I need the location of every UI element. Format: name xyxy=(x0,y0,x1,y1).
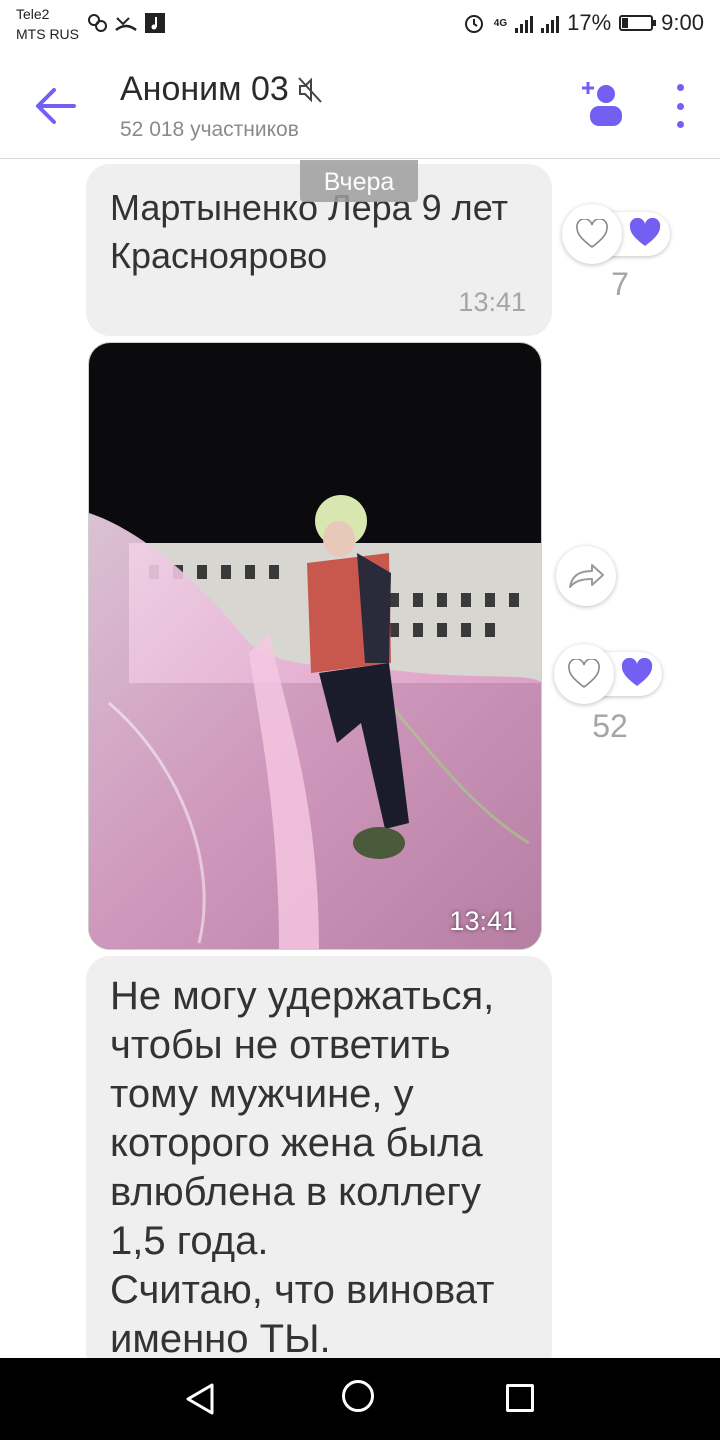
notification-icon xyxy=(88,14,107,32)
music-icon xyxy=(145,13,165,33)
muted-icon xyxy=(298,76,322,103)
like-button[interactable] xyxy=(562,204,622,264)
date-separator: Вчера xyxy=(300,160,418,202)
chat-title-row[interactable]: Аноним 03 xyxy=(120,70,323,109)
message-reactions[interactable] xyxy=(562,204,670,264)
message-bubble[interactable]: Не могу удержаться, чтобы не ответить то… xyxy=(86,956,552,1376)
status-right: 4G 17% 9:00 xyxy=(462,10,704,36)
missed-call-icon xyxy=(115,17,137,32)
back-arrow-icon[interactable] xyxy=(34,86,78,126)
clock: 9:00 xyxy=(661,10,704,35)
photo-time: 13:41 xyxy=(449,906,517,936)
message-time: 13:41 xyxy=(458,287,526,317)
heart-outline-icon xyxy=(568,659,600,689)
like-button[interactable] xyxy=(554,644,614,704)
share-button[interactable] xyxy=(556,546,616,606)
signal-2-icon xyxy=(541,13,560,33)
heart-filled-icon xyxy=(629,218,661,246)
heart-filled-icon xyxy=(621,658,653,686)
carrier-1: Tele2 xyxy=(16,6,50,22)
battery-percent: 17% xyxy=(567,10,612,35)
nav-home-icon[interactable] xyxy=(342,1380,374,1412)
alarm-icon xyxy=(464,15,483,33)
status-bar: Tele2 MTS RUS 4G 17% 9:00 xyxy=(0,0,720,52)
reaction-pill[interactable] xyxy=(554,644,662,704)
more-icon[interactable] xyxy=(666,84,694,128)
message-text: Не могу удержаться, чтобы не ответить то… xyxy=(110,974,495,1361)
network-type: 4G xyxy=(493,17,508,29)
nav-back-icon[interactable] xyxy=(184,1382,216,1416)
carrier-2: MTS RUS xyxy=(16,26,79,42)
signal-icon xyxy=(515,13,534,33)
battery-icon xyxy=(619,15,657,31)
notification-icons xyxy=(86,12,166,34)
system-nav-bar xyxy=(0,1358,720,1440)
nav-recent-icon[interactable] xyxy=(506,1384,534,1412)
heart-outline-icon xyxy=(576,219,608,249)
chat-title: Аноним 03 xyxy=(120,70,289,108)
participants-count: 52 018 участников xyxy=(120,118,299,141)
share-icon xyxy=(569,564,604,588)
chat-header: Аноним 03 52 018 участников xyxy=(0,52,720,159)
photo-reactions[interactable] xyxy=(554,644,662,704)
carrier-info: Tele2 MTS RUS xyxy=(16,4,79,44)
likes-count: 52 xyxy=(592,708,628,744)
add-member-icon[interactable] xyxy=(578,78,624,128)
photo-message[interactable]: 13:41 xyxy=(88,342,542,950)
photo-image xyxy=(89,343,541,949)
reaction-pill[interactable] xyxy=(562,204,670,264)
likes-count: 7 xyxy=(611,266,629,302)
